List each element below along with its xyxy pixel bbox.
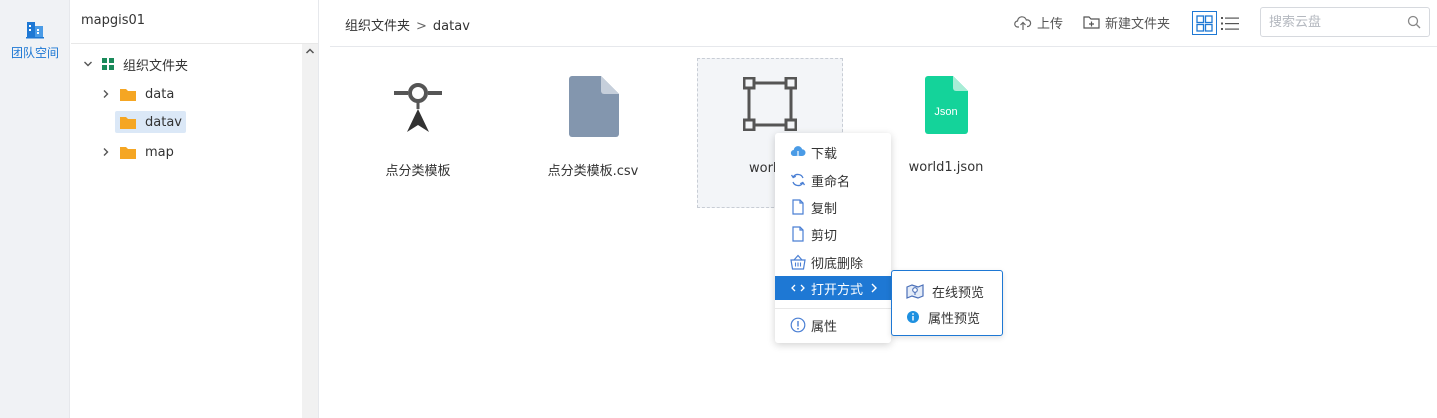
menu-item-cut[interactable]: 剪切 (775, 222, 891, 246)
tree-node-label: datav (145, 114, 182, 130)
menu-item-open-with[interactable]: 打开方式 (775, 276, 891, 300)
chevron-down-icon[interactable] (83, 59, 93, 69)
folder-icon (120, 146, 136, 159)
search-icon[interactable] (1407, 15, 1421, 29)
team-space-nav[interactable]: 团队空间 (0, 18, 70, 61)
file-item[interactable]: 点分类模板 (345, 58, 491, 208)
tree-body: 组织文件夹 data datav map (71, 44, 303, 418)
file-name: world1.json (908, 160, 984, 175)
search-box (1260, 7, 1430, 37)
rename-refresh-icon (790, 173, 806, 187)
file-item[interactable]: 点分类模板.csv (520, 58, 666, 208)
menu-divider (775, 308, 891, 309)
chevron-up-icon[interactable] (305, 46, 315, 56)
copy-file-icon (792, 199, 804, 215)
file-name: 点分类模板.csv (547, 164, 639, 179)
folder-plus-icon (1083, 16, 1100, 29)
open-with-icon (791, 284, 805, 292)
cloud-download-icon (790, 146, 806, 159)
basket-delete-icon (790, 254, 806, 270)
file-name: 点分类模板 (385, 164, 451, 179)
upload-button[interactable]: 上传 (1014, 13, 1063, 32)
breadcrumb-separator: > (416, 19, 427, 34)
tree-node-map[interactable]: map (101, 141, 174, 163)
breadcrumb-item-current: datav (432, 19, 470, 34)
menu-label: 剪切 (811, 228, 838, 244)
menu-label: 属性 (811, 319, 838, 335)
folder-icon (120, 116, 136, 129)
context-menu: 下载 重命名 复制 剪切 彻底删除 打开方式 属性 (775, 133, 891, 343)
view-toggle (1192, 11, 1242, 35)
tree-node-root[interactable]: 组织文件夹 (83, 53, 188, 75)
list-view-icon (1220, 16, 1239, 30)
menu-label: 下载 (811, 146, 838, 162)
tree-node-data[interactable]: data (101, 83, 174, 105)
cloud-upload-icon (1014, 15, 1032, 30)
file-item[interactable]: Json world1.json (873, 58, 1019, 208)
folder-tree-panel: mapgis01 组织文件夹 data datav map (71, 0, 319, 418)
search-input[interactable] (1261, 8, 1401, 36)
tree-node-datav[interactable]: datav (115, 111, 186, 133)
menu-label: 复制 (811, 201, 838, 217)
folder-icon (120, 88, 136, 101)
tree-node-label: 组织文件夹 (123, 58, 189, 74)
tree-scrollbar[interactable] (302, 44, 318, 418)
new-folder-button[interactable]: 新建文件夹 (1083, 13, 1170, 32)
submenu-item-online-preview[interactable]: 在线预览 (892, 279, 1004, 303)
upload-label: 上传 (1037, 17, 1064, 32)
menu-item-copy[interactable]: 复制 (775, 195, 891, 219)
app-window: 团队空间 mapgis01 组织文件夹 data datav map 组织文件夹… (0, 0, 1437, 418)
new-folder-label: 新建文件夹 (1105, 17, 1171, 32)
chevron-right-icon[interactable] (101, 147, 111, 157)
json-badge: Json (934, 106, 957, 118)
info-circle-icon (790, 317, 806, 333)
tree-node-label: data (145, 86, 175, 102)
info-dot-icon (907, 311, 919, 323)
menu-label: 打开方式 (811, 282, 864, 298)
team-space-label: 团队空间 (10, 46, 59, 60)
building-icon (26, 22, 44, 39)
polygon-frame-icon (743, 77, 797, 131)
menu-item-download[interactable]: 下载 (775, 140, 891, 164)
tree-node-label: map (145, 144, 174, 160)
menu-item-properties[interactable]: 属性 (775, 313, 891, 337)
chevron-right-icon[interactable] (101, 89, 111, 99)
submenu-label: 属性预览 (928, 311, 981, 327)
left-rail: 团队空间 (0, 0, 70, 418)
menu-label: 重命名 (811, 174, 851, 190)
menu-item-delete[interactable]: 彻底删除 (775, 250, 891, 274)
cut-file-icon (792, 226, 804, 242)
point-symbol-icon (394, 83, 442, 132)
tree-header: mapgis01 (71, 0, 318, 44)
json-file-icon: Json (925, 76, 968, 134)
toolbar: 组织文件夹 > datav 上传 新建文件夹 (330, 0, 1437, 47)
chevron-right-icon (871, 283, 877, 293)
submenu-item-attribute-preview[interactable]: 属性预览 (892, 305, 1004, 329)
menu-label: 彻底删除 (811, 256, 864, 272)
open-with-submenu: 在线预览 属性预览 (891, 270, 1003, 336)
grid-view-icon (1196, 14, 1213, 32)
breadcrumb-item-root[interactable]: 组织文件夹 (345, 19, 410, 34)
breadcrumb: 组织文件夹 > datav (345, 15, 470, 34)
grid-view-button[interactable] (1192, 11, 1217, 35)
document-icon (569, 76, 619, 137)
map-preview-icon (906, 284, 924, 299)
menu-item-rename[interactable]: 重命名 (775, 168, 891, 192)
grid-folder-icon (102, 58, 114, 70)
list-view-button[interactable] (1217, 11, 1242, 35)
submenu-label: 在线预览 (932, 285, 985, 301)
